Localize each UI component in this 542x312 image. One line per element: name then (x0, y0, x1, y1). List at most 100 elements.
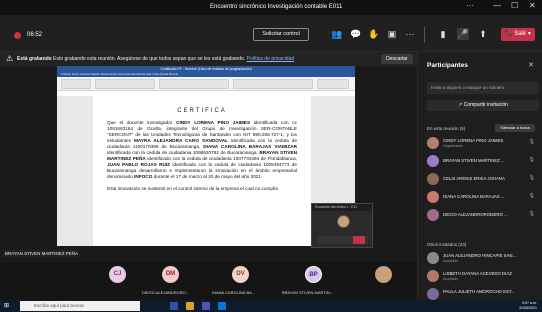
more-actions-icon[interactable]: ··· (404, 28, 416, 40)
mini-meeting-window[interactable]: Encuentro sincrónico I... E11 (311, 203, 373, 248)
participant-name: DIANA CAROLINA BARAJAS ... (443, 194, 505, 199)
ribbon-group (95, 79, 155, 89)
edge-app-icon[interactable] (218, 302, 226, 310)
mic-icon: 🎙 (528, 157, 535, 163)
participant-row[interactable]: DIEGO ALEJANDROROMERO ... 🎙 (427, 208, 539, 223)
participant-photo[interactable] (375, 266, 392, 283)
document-heading: CERTIFICA (177, 108, 227, 114)
avatar (427, 173, 439, 185)
avatar (427, 270, 439, 282)
participant-row[interactable]: LISBETH DAYANA ACEVEDO DIAZ Aceptado (427, 269, 539, 284)
meeting-toolbar: 06:52 Solicitar control 👥 💬 ✋ ▣ ··· ▮ 🎤 … (0, 15, 542, 52)
share-icon[interactable]: ⬆ (477, 28, 489, 40)
participant-avatar[interactable]: CJ (109, 266, 126, 283)
shared-screen: Certificado PF - Nombre (Libro de estado… (0, 66, 417, 262)
participant-name: DIANA CAROLINA BA... (212, 290, 256, 295)
participant-row[interactable]: JUAN ALEJANDRO HINCAPIE SAN... Aceptado (427, 251, 539, 266)
more-icon[interactable]: ··· (466, 1, 474, 10)
invite-input[interactable]: Invite a alguien o marque un número (427, 82, 539, 94)
camera-icon[interactable]: ▮ (437, 28, 449, 40)
ribbon-group (159, 79, 229, 89)
mic-off-icon: 🎙 (528, 139, 535, 145)
reactions-icon[interactable]: ✋ (368, 28, 380, 40)
leave-label: Salir (514, 31, 527, 37)
text: Que el docente investigador (107, 120, 177, 125)
participant-name: JUAN ALEJANDRO HINCAPIE SAN... (443, 253, 517, 258)
document-paragraph: Que el docente investigador CINDY LORENA… (107, 120, 297, 180)
ribbon-group (61, 79, 91, 89)
mic-icon[interactable]: 🎤 (457, 28, 469, 40)
text: MAYRA ALEJANDRA CARO SANDOVAL (134, 138, 228, 143)
avatar (427, 191, 439, 203)
leave-button[interactable]: 📞 Salir ▾ (501, 28, 535, 41)
text: identificado con la cedula de ciudadania… (145, 156, 297, 161)
initials: DM (165, 271, 176, 277)
share-invite-label: Compartir invitación (463, 102, 508, 108)
mic-icon: 🎙 (528, 193, 535, 199)
in-meeting-header[interactable]: En esta reunión (5) (427, 126, 465, 131)
avatar (427, 288, 439, 300)
participant-role: Organizador (443, 144, 463, 148)
participant-status: Aceptado (443, 259, 459, 263)
participant-name: DIEGO ALEJANDROROMERO ... (443, 212, 508, 217)
avatar (427, 137, 439, 149)
others-header[interactable]: Otros invitados (23) (427, 242, 466, 247)
participant-name: CELIS ARENIS ERIKA JOHANA (443, 176, 505, 181)
text: durante el 17 de marzo al 20 de mayo del… (152, 174, 263, 179)
participant-row[interactable]: BRAYAN STIVEN MARTINEZ ... 🎙 (427, 154, 539, 169)
chat-icon[interactable]: 💬 (350, 28, 362, 40)
explorer-app-icon[interactable] (186, 302, 194, 310)
warning-icon: ⚠ (6, 54, 14, 63)
title-bar: Encuentro sincrónico Investigación conta… (0, 0, 542, 15)
text: JUAN PABLO ROJAS RUIZ (107, 162, 171, 167)
participant-row[interactable]: CINDY LORENA PINO JAIMES Organizador 🎙 (427, 136, 539, 151)
participant-name: CINDY LORENA PINO JAIMES (443, 138, 504, 143)
clock[interactable]: 9:07 a.m. 31/05/2021 (519, 301, 537, 311)
participant-row[interactable]: DIANA CAROLINA BARAJAS ... 🎙 (427, 190, 539, 205)
close-panel-icon[interactable]: ✕ (528, 61, 534, 69)
ribbon-group (233, 79, 313, 89)
dismiss-button[interactable]: Descartar (381, 54, 413, 64)
hangup-button[interactable] (353, 236, 365, 244)
participant-name: BRAYAN STIVEN MARTINEZ ... (443, 158, 505, 163)
ribbon-group (317, 79, 349, 89)
teams-app-icon[interactable] (202, 302, 210, 310)
document-page: CERTIFICA Que el docente investigador CI… (93, 96, 311, 246)
link-icon: ↗ (458, 102, 463, 108)
share-invite-button[interactable]: ↗ Compartir invitación (427, 100, 539, 111)
search-placeholder: Escribe aquí para buscar (34, 303, 85, 308)
word-app-icon[interactable] (170, 302, 178, 310)
participant-avatar[interactable]: BP (305, 266, 322, 283)
close-icon[interactable]: ✕ (529, 1, 536, 10)
participant-avatar[interactable]: DV (232, 266, 249, 283)
avatar (427, 155, 439, 167)
banner-bold: Está grabando (17, 56, 52, 62)
initials: BP (309, 272, 318, 278)
minimize-icon[interactable]: — (493, 1, 501, 10)
recording-banner: ⚠ Está grabando Esto grabando esta reuni… (0, 52, 417, 66)
participant-strip: CJ DM DIEGO ALEJANDRORO... DV DIANA CARO… (0, 262, 417, 300)
mic-icon: 🎙 (528, 175, 535, 181)
initials: CJ (113, 271, 122, 277)
participant-avatar[interactable]: DM (162, 266, 179, 283)
participant-status: Aceptado (443, 277, 459, 281)
mute-all-button[interactable]: Silenciar a todos (495, 124, 535, 132)
windows-start-icon[interactable]: ⊞ (4, 302, 12, 310)
document-paragraph-2: Esta innovación se sustentó en el contro… (107, 186, 278, 191)
banner-text: Está grabando Esto grabando esta reunión… (17, 56, 294, 62)
maximize-icon[interactable]: ☐ (511, 1, 518, 10)
avatar (337, 215, 350, 228)
people-icon[interactable]: 👥 (331, 28, 343, 40)
banner-message: Esto grabando esta reunión. Asegúrese de… (53, 56, 246, 62)
privacy-link[interactable]: Política de privacidad (247, 56, 295, 62)
participant-name: BRAYAN STIVEN MARTIN... (282, 290, 334, 295)
text: identificada con la cedula de ciudadania… (107, 150, 260, 155)
divider (424, 27, 425, 43)
request-control-button[interactable]: Solicitar control (253, 28, 309, 41)
taskbar-search[interactable]: Escribe aquí para buscar (20, 301, 140, 311)
participant-row[interactable]: CELIS ARENIS ERIKA JOHANA 🎙 (427, 172, 539, 187)
word-ribbon (57, 77, 355, 91)
text: CINDY LORENA PINO JAIMES (176, 120, 251, 125)
rooms-icon[interactable]: ▣ (386, 28, 398, 40)
participant-name: PAULA JULIETH AMOROCHO EST... (443, 289, 515, 294)
